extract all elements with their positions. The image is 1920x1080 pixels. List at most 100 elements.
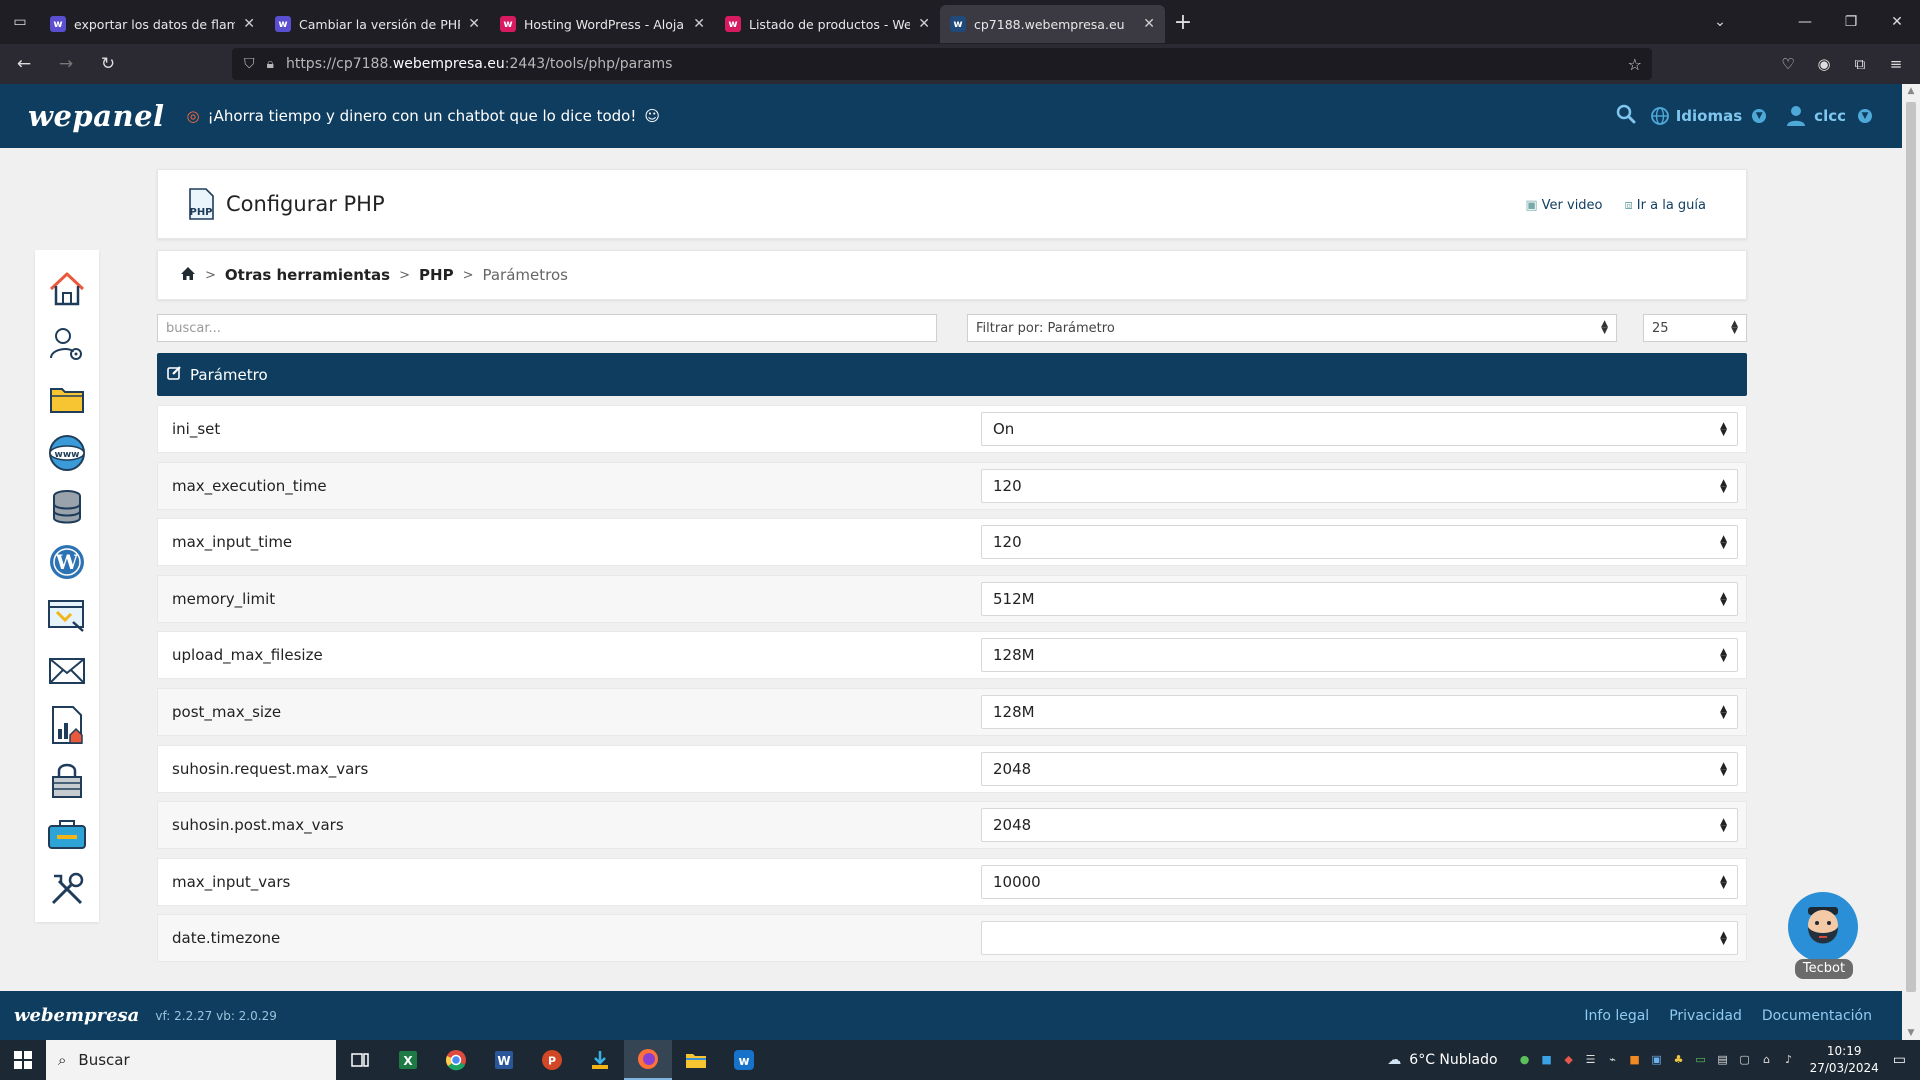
globe-icon: [1650, 107, 1669, 125]
new-tab-button[interactable]: +: [1165, 4, 1201, 40]
tray-app-icon[interactable]: ●: [1514, 1053, 1536, 1067]
browser-tab[interactable]: w Listado de productos - Webem ✕: [715, 5, 940, 43]
volume-icon[interactable]: ♪: [1778, 1053, 1800, 1067]
minimize-icon[interactable]: —: [1782, 0, 1828, 44]
privacy-link[interactable]: Privacidad: [1669, 1008, 1742, 1024]
windows-start-icon[interactable]: [0, 1040, 46, 1080]
close-tab-icon[interactable]: ✕: [468, 16, 480, 32]
browser-tab[interactable]: w Cambiar la versión de PHP - Pr ✕: [265, 5, 490, 43]
scrollbar-thumb[interactable]: [1906, 102, 1916, 992]
reload-icon[interactable]: ↻: [90, 48, 126, 80]
language-selector[interactable]: Idiomas ▼: [1650, 106, 1767, 126]
clock[interactable]: 10:19 27/03/2024: [1810, 1043, 1879, 1077]
lock-security-icon[interactable]: [47, 761, 87, 799]
tray-app-icon[interactable]: ☰: [1580, 1053, 1602, 1067]
scroll-up-icon[interactable]: ▲: [1902, 86, 1920, 96]
home-icon[interactable]: [47, 270, 87, 308]
page-scrollbar[interactable]: ▲ ▼: [1902, 84, 1920, 1040]
param-value-select[interactable]: 128M ▲ ▼: [981, 694, 1738, 729]
notifications-icon[interactable]: ▭: [1893, 1052, 1906, 1068]
chrome-icon[interactable]: [432, 1040, 480, 1080]
wordpress-icon[interactable]: W: [47, 543, 87, 581]
home-breadcrumb-icon[interactable]: [180, 266, 196, 285]
param-value-select[interactable]: ▲ ▼: [981, 921, 1738, 956]
toolbox-icon[interactable]: [47, 815, 87, 853]
guide-link[interactable]: ⧈ Ir a la guía: [1625, 198, 1706, 213]
chatbot-launcher[interactable]: Tecbot: [1788, 892, 1860, 982]
excel-icon[interactable]: X: [384, 1040, 432, 1080]
watch-video-link[interactable]: ▣ Ver video: [1525, 198, 1602, 213]
param-value-select[interactable]: 120 ▲ ▼: [981, 468, 1738, 503]
browser-tab[interactable]: w exportar los datos de flamingo ✕: [40, 5, 265, 43]
battery-icon[interactable]: ⌂: [1756, 1053, 1778, 1067]
scroll-down-icon[interactable]: ▼: [1902, 1028, 1920, 1038]
menu-icon[interactable]: ≡: [1878, 55, 1914, 73]
close-window-icon[interactable]: ✕: [1874, 0, 1920, 44]
param-value-select[interactable]: 120 ▲ ▼: [981, 525, 1738, 560]
stats-report-icon[interactable]: [47, 706, 87, 744]
network-icon[interactable]: ▤: [1712, 1053, 1734, 1067]
promo-banner[interactable]: ◎ ¡Ahorra tiempo y dinero con un chatbot…: [187, 107, 660, 125]
param-value-select[interactable]: 2048 ▲ ▼: [981, 751, 1738, 786]
page-size-select[interactable]: 25 ▲ ▼: [1643, 314, 1747, 342]
download-manager-icon[interactable]: [576, 1040, 624, 1080]
param-value-select[interactable]: 2048 ▲ ▼: [981, 808, 1738, 843]
filter-by-select[interactable]: Filtrar por: Parámetro ▲ ▼: [967, 314, 1617, 342]
close-tab-icon[interactable]: ✕: [243, 16, 255, 32]
breadcrumb-php[interactable]: PHP: [419, 266, 454, 284]
user-settings-icon[interactable]: [47, 325, 87, 363]
account-icon[interactable]: ◉: [1806, 55, 1842, 73]
taskbar-search[interactable]: ⌕ Buscar: [46, 1040, 336, 1080]
tray-app-icon[interactable]: ■: [1536, 1053, 1558, 1067]
www-globe-icon[interactable]: www: [47, 434, 87, 472]
search-input[interactable]: buscar...: [157, 314, 937, 342]
param-value-select[interactable]: 10000 ▲ ▼: [981, 864, 1738, 899]
param-value-select[interactable]: On ▲ ▼: [981, 412, 1738, 446]
lock-icon[interactable]: 🔒︎: [267, 56, 274, 72]
documentation-link[interactable]: Documentación: [1762, 1008, 1872, 1024]
param-value-select[interactable]: 512M ▲ ▼: [981, 581, 1738, 616]
browser-tab-active[interactable]: w cp7188.webempresa.eu ✕: [940, 5, 1165, 43]
powerpoint-icon[interactable]: P: [528, 1040, 576, 1080]
param-value-select[interactable]: 128M ▲ ▼: [981, 638, 1738, 673]
database-icon[interactable]: [47, 488, 87, 526]
breadcrumb-other-tools[interactable]: Otras herramientas: [225, 266, 390, 284]
folder-icon[interactable]: [47, 379, 87, 417]
task-view-icon[interactable]: [336, 1040, 384, 1080]
weather-icon[interactable]: ☁: [1387, 1052, 1401, 1068]
tray-app-icon[interactable]: ▣: [1646, 1053, 1668, 1067]
wepanel-logo[interactable]: wepanel: [28, 99, 165, 133]
shield-icon[interactable]: ⛉: [244, 56, 255, 72]
file-explorer-icon[interactable]: [672, 1040, 720, 1080]
browser-tab[interactable]: w Hosting WordPress - Alojamien ✕: [490, 5, 715, 43]
search-icon[interactable]: [1616, 104, 1636, 128]
address-bar[interactable]: ⛉ 🔒︎ https://cp7188.webempresa.eu:2443/t…: [232, 48, 1652, 80]
tray-app-icon[interactable]: ▭: [1690, 1053, 1712, 1067]
website-builder-icon[interactable]: [47, 597, 87, 635]
mail-icon[interactable]: [47, 652, 87, 690]
user-menu[interactable]: clcc ▼: [1786, 105, 1872, 127]
close-tab-icon[interactable]: ✕: [1143, 16, 1155, 32]
legal-info-link[interactable]: Info legal: [1584, 1008, 1649, 1024]
weather-text[interactable]: 6°C Nublado: [1409, 1052, 1497, 1068]
tray-app-icon[interactable]: ⌁: [1602, 1053, 1624, 1067]
firefox-icon[interactable]: [624, 1040, 672, 1080]
close-tab-icon[interactable]: ✕: [693, 16, 705, 32]
tools-icon[interactable]: [47, 870, 87, 908]
close-tab-icon[interactable]: ✕: [918, 16, 930, 32]
webempresa-logo[interactable]: webempresa: [14, 1005, 139, 1026]
forward-icon[interactable]: →: [48, 48, 84, 80]
bookmark-star-icon[interactable]: ☆: [1628, 55, 1642, 74]
list-all-tabs-icon[interactable]: ⌄: [1700, 0, 1740, 44]
webempresa-app-icon[interactable]: w: [720, 1040, 768, 1080]
restore-icon[interactable]: ❐: [1828, 0, 1874, 44]
extensions-icon[interactable]: ⧉: [1842, 55, 1878, 73]
tray-app-icon[interactable]: ♣: [1668, 1053, 1690, 1067]
display-icon[interactable]: ▢: [1734, 1053, 1756, 1067]
word-icon[interactable]: W: [480, 1040, 528, 1080]
tab-list-button[interactable]: ▭: [0, 0, 40, 44]
back-icon[interactable]: ←: [6, 48, 42, 80]
tray-app-icon[interactable]: ■: [1624, 1053, 1646, 1067]
pocket-icon[interactable]: ♡: [1770, 55, 1806, 73]
tray-app-icon[interactable]: ◆: [1558, 1053, 1580, 1067]
